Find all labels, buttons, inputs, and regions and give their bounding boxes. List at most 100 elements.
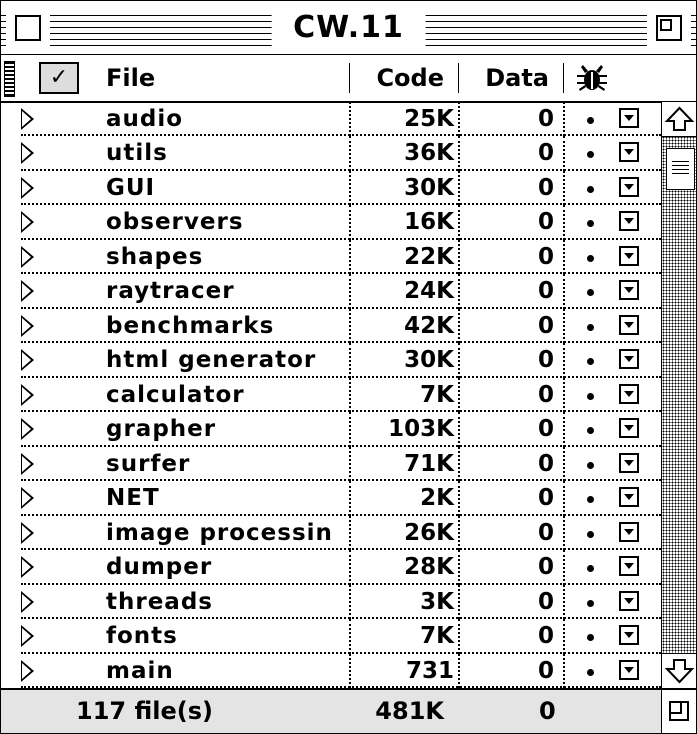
file-name: observers	[106, 209, 244, 236]
disclosure-triangle-icon[interactable]	[21, 590, 34, 613]
debug-marker-icon[interactable]	[587, 358, 594, 366]
debug-marker-icon[interactable]	[587, 599, 594, 607]
debug-marker-icon[interactable]	[587, 323, 594, 331]
list-item[interactable]: NET 2K 0	[1, 481, 661, 516]
disclosure-triangle-icon[interactable]	[21, 176, 34, 199]
popup-menu-icon[interactable]	[619, 245, 639, 266]
scroll-thumb[interactable]	[666, 148, 695, 190]
disclosure-triangle-icon[interactable]	[21, 349, 34, 372]
debug-marker-icon[interactable]	[587, 185, 594, 193]
popup-menu-icon[interactable]	[619, 625, 639, 646]
file-name: GUI	[106, 174, 156, 201]
list-item[interactable]: html generator 30K 0	[1, 343, 661, 378]
list-item[interactable]: grapher 103K 0	[1, 412, 661, 447]
popup-menu-icon[interactable]	[619, 521, 639, 542]
scroll-track[interactable]	[662, 136, 696, 654]
popup-menu-icon[interactable]	[619, 590, 639, 611]
debug-marker-icon[interactable]	[587, 220, 594, 228]
popup-menu-icon[interactable]	[619, 314, 639, 335]
disclosure-triangle-icon[interactable]	[21, 108, 34, 130]
list-item[interactable]: threads 3K 0	[1, 584, 661, 620]
list-item[interactable]: calculator 7K 0	[1, 377, 661, 413]
checkmark-icon[interactable]: ✓	[39, 62, 79, 94]
bug-icon[interactable]	[574, 61, 610, 95]
popup-menu-icon[interactable]	[619, 349, 639, 370]
disclosure-triangle-icon[interactable]	[21, 521, 34, 544]
popup-menu-icon[interactable]	[619, 383, 639, 404]
debug-marker-icon[interactable]	[587, 427, 594, 435]
popup-menu-icon[interactable]	[619, 280, 639, 301]
popup-menu-icon[interactable]	[619, 142, 639, 163]
disclosure-triangle-icon[interactable]	[21, 142, 34, 165]
vertical-scrollbar[interactable]	[661, 102, 696, 688]
disclosure-triangle-icon[interactable]	[21, 314, 34, 337]
disclosure-triangle-icon[interactable]	[21, 383, 34, 406]
file-name: NET	[106, 485, 160, 512]
column-divider	[458, 515, 460, 551]
file-name: image processin	[106, 519, 333, 546]
title-bar[interactable]: CW.11	[1, 1, 696, 55]
debug-marker-icon[interactable]	[587, 392, 594, 400]
file-column-header[interactable]: File	[106, 55, 155, 101]
disclosure-triangle-icon[interactable]	[21, 659, 34, 682]
data-size: 0	[537, 450, 554, 477]
popup-menu-icon[interactable]	[619, 418, 639, 439]
debug-marker-icon[interactable]	[587, 117, 594, 124]
close-box[interactable]	[15, 15, 41, 41]
zoom-box[interactable]	[656, 15, 682, 41]
popup-menu-icon[interactable]	[619, 176, 639, 197]
disclosure-triangle-icon[interactable]	[21, 452, 34, 475]
list-item[interactable]: utils 36K 0	[1, 136, 661, 171]
disclosure-triangle-icon[interactable]	[21, 245, 34, 268]
scroll-down-arrow[interactable]	[662, 653, 696, 688]
column-divider	[458, 446, 460, 482]
resize-grow-box[interactable]	[661, 690, 696, 733]
list-item[interactable]: raytracer 24K 0	[1, 274, 661, 309]
data-column-header[interactable]: Data	[461, 55, 549, 101]
debug-marker-icon[interactable]	[587, 634, 594, 642]
debug-marker-icon[interactable]	[587, 289, 594, 297]
list-item[interactable]: GUI 30K 0	[1, 170, 661, 206]
list-item[interactable]: dumper 28K 0	[1, 550, 661, 585]
debug-marker-icon[interactable]	[587, 565, 594, 573]
list-item[interactable]: image processin 26K 0	[1, 515, 661, 551]
disclosure-triangle-icon[interactable]	[21, 280, 34, 303]
code-size: 3K	[420, 588, 454, 615]
column-divider	[458, 205, 460, 240]
disclosure-triangle-icon[interactable]	[21, 625, 34, 648]
popup-menu-icon[interactable]	[619, 211, 639, 232]
disclosure-triangle-icon[interactable]	[21, 556, 34, 579]
debug-marker-icon[interactable]	[587, 254, 594, 262]
list-item[interactable]: shapes 22K 0	[1, 239, 661, 275]
debug-marker-icon[interactable]	[587, 496, 594, 504]
data-size: 0	[537, 623, 554, 650]
column-header: ✓ File Code Data	[1, 55, 696, 103]
grip-icon[interactable]	[4, 61, 15, 97]
column-divider	[458, 63, 459, 93]
disclosure-triangle-icon[interactable]	[21, 487, 34, 510]
scroll-up-arrow[interactable]	[662, 102, 696, 137]
disclosure-triangle-icon[interactable]	[21, 211, 34, 234]
debug-marker-icon[interactable]	[587, 668, 594, 676]
popup-menu-icon[interactable]	[619, 487, 639, 508]
disclosure-triangle-icon[interactable]	[21, 418, 34, 441]
code-size: 22K	[404, 243, 454, 270]
list-item[interactable]: observers 16K 0	[1, 205, 661, 240]
popup-menu-icon[interactable]	[619, 108, 639, 128]
column-divider	[349, 377, 351, 413]
list-item[interactable]: surfer 71K 0	[1, 446, 661, 482]
popup-menu-icon[interactable]	[619, 452, 639, 473]
debug-marker-icon[interactable]	[587, 461, 594, 469]
list-item[interactable]: benchmarks 42K 0	[1, 308, 661, 344]
list-item[interactable]: fonts 7K 0	[1, 619, 661, 654]
code-column-header[interactable]: Code	[351, 55, 444, 101]
code-size: 16K	[404, 209, 454, 236]
popup-menu-icon[interactable]	[619, 556, 639, 577]
popup-menu-icon[interactable]	[619, 659, 639, 680]
list-item[interactable]: audio 25K 0	[1, 102, 661, 137]
column-divider	[563, 205, 565, 240]
debug-marker-icon[interactable]	[587, 530, 594, 538]
debug-marker-icon[interactable]	[587, 151, 594, 159]
data-size: 0	[537, 416, 554, 443]
list-item[interactable]: main 731 0	[1, 653, 661, 688]
